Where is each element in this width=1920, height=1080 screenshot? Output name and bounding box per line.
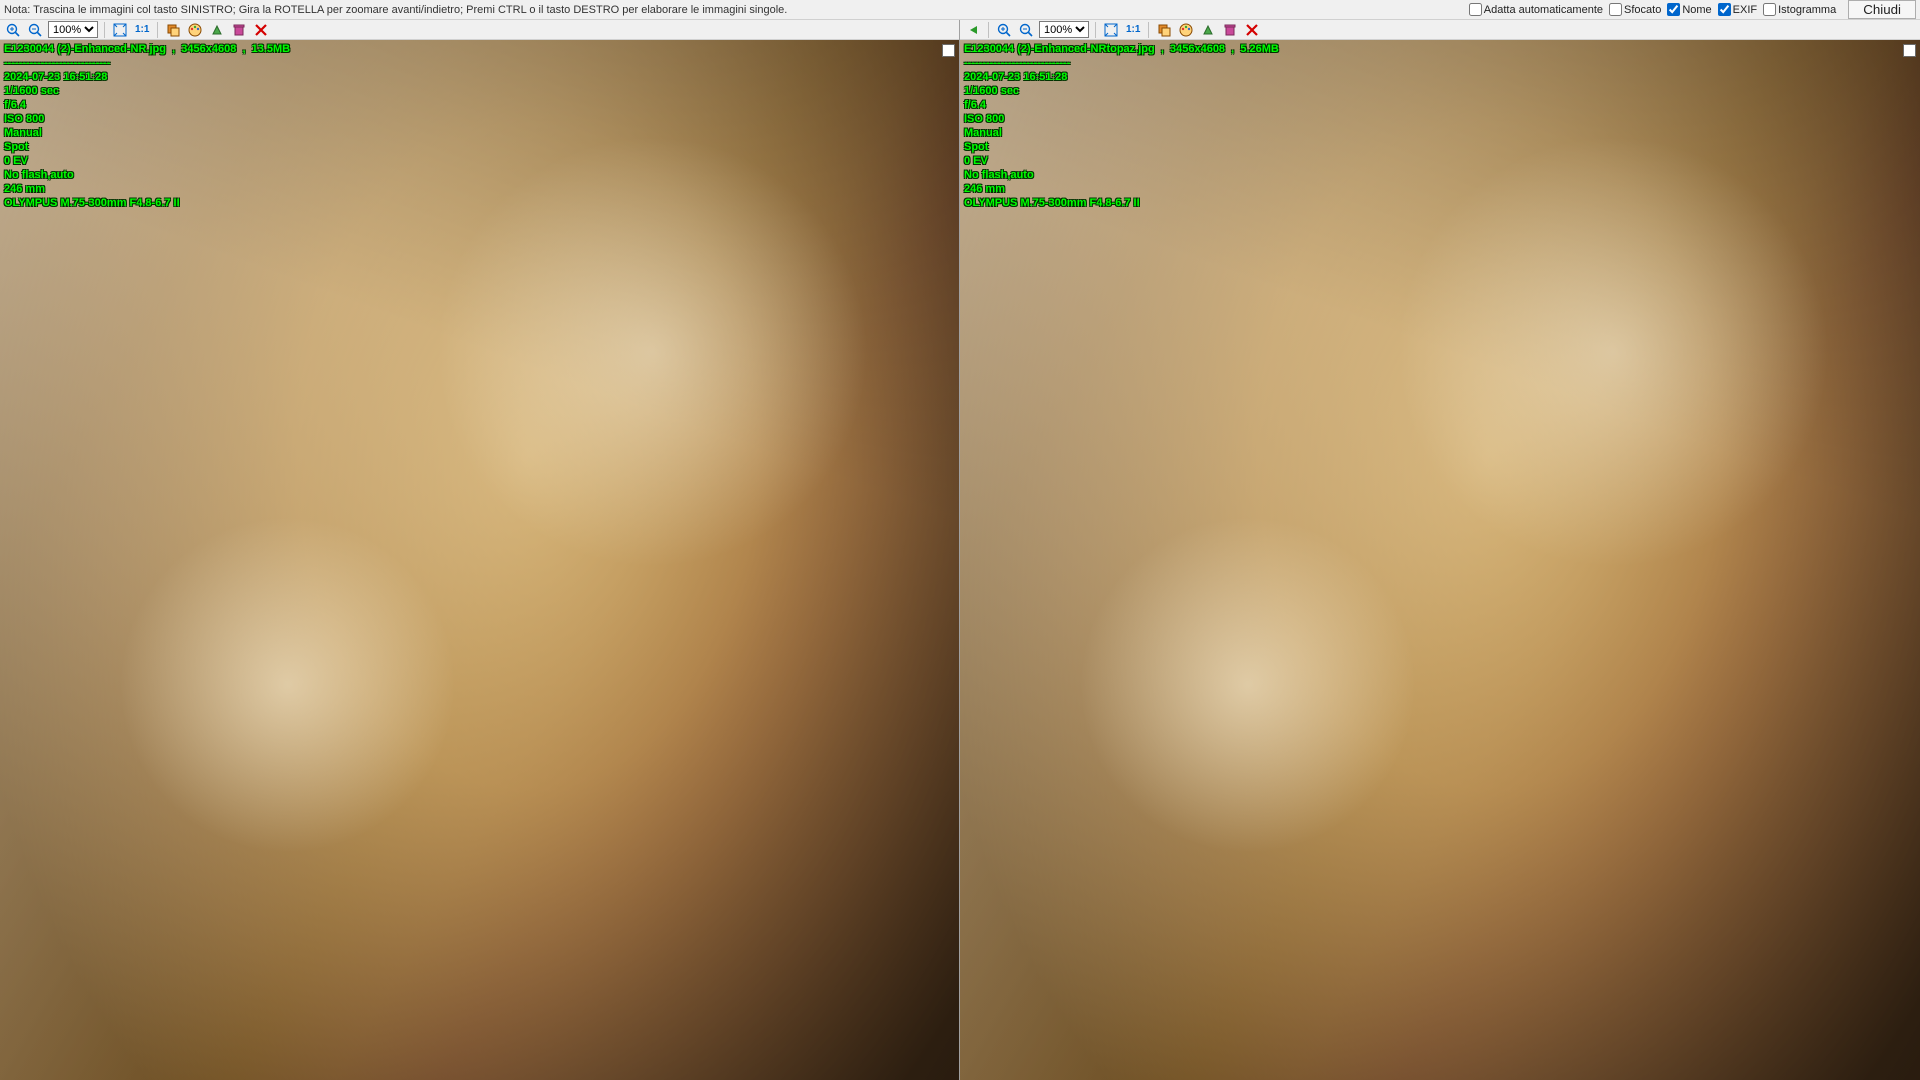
zoom-out-icon[interactable] [1017,21,1035,39]
select-pane-checkbox[interactable] [942,44,955,57]
checkbox-istogramma-input[interactable] [1763,3,1776,16]
trash-icon[interactable] [1221,21,1239,39]
separator [988,22,989,38]
close-pane-icon[interactable] [252,21,270,39]
checkbox-sfocato[interactable]: Sfocato [1609,3,1661,16]
top-bar: Nota: Trascina le immagini col tasto SIN… [0,0,1920,20]
zoom-select-right[interactable]: 100% [1039,21,1089,38]
one-to-one-button[interactable]: 1:1 [133,24,151,35]
fit-icon[interactable] [1102,21,1120,39]
pane-left: 100% 1:1 E1230044 (2)-Enhanced-NR.jpg , … [0,20,960,1080]
checkbox-istogramma[interactable]: Istogramma [1763,3,1836,16]
checkbox-exif[interactable]: EXIF [1718,3,1757,16]
separator [157,22,158,38]
select-pane-checkbox[interactable] [1903,44,1916,57]
checkbox-sfocato-input[interactable] [1609,3,1622,16]
zoom-in-icon[interactable] [995,21,1013,39]
checkbox-nome[interactable]: Nome [1667,3,1711,16]
separator [104,22,105,38]
hint-text: Nota: Trascina le immagini col tasto SIN… [4,4,787,16]
checkbox-adatta-input[interactable] [1469,3,1482,16]
one-to-one-button[interactable]: 1:1 [1124,24,1142,35]
checkbox-nome-input[interactable] [1667,3,1680,16]
top-right-controls: Adatta automaticamente Sfocato Nome EXIF… [1469,0,1916,19]
overlay-left: E1230044 (2)-Enhanced-NR.jpg , 3456x4608… [4,42,290,210]
image-canvas-left[interactable]: E1230044 (2)-Enhanced-NR.jpg , 3456x4608… [0,40,959,1080]
pane-right: 100% 1:1 E1230044 (2)-Enhanced-NRtopaz.j… [960,20,1920,1080]
image-canvas-right[interactable]: E1230044 (2)-Enhanced-NRtopaz.jpg , 3456… [960,40,1920,1080]
back-arrow-icon[interactable] [964,21,982,39]
checkbox-adatta[interactable]: Adatta automaticamente [1469,3,1603,16]
compare-panes: 100% 1:1 E1230044 (2)-Enhanced-NR.jpg , … [0,20,1920,1080]
fit-icon[interactable] [111,21,129,39]
copy-icon[interactable] [164,21,182,39]
close-button[interactable]: Chiudi [1848,0,1916,19]
palette-icon[interactable] [1177,21,1195,39]
copy-icon[interactable] [1155,21,1173,39]
separator [1095,22,1096,38]
zoom-in-icon[interactable] [4,21,22,39]
close-pane-icon[interactable] [1243,21,1261,39]
palette-icon[interactable] [186,21,204,39]
overlay-right: E1230044 (2)-Enhanced-NRtopaz.jpg , 3456… [964,42,1279,210]
zoom-select-left[interactable]: 100% [48,21,98,38]
recycle-icon[interactable] [208,21,226,39]
separator [1148,22,1149,38]
trash-icon[interactable] [230,21,248,39]
checkbox-exif-input[interactable] [1718,3,1731,16]
zoom-out-icon[interactable] [26,21,44,39]
toolbar-left: 100% 1:1 [0,20,959,40]
toolbar-right: 100% 1:1 [960,20,1920,40]
recycle-icon[interactable] [1199,21,1217,39]
